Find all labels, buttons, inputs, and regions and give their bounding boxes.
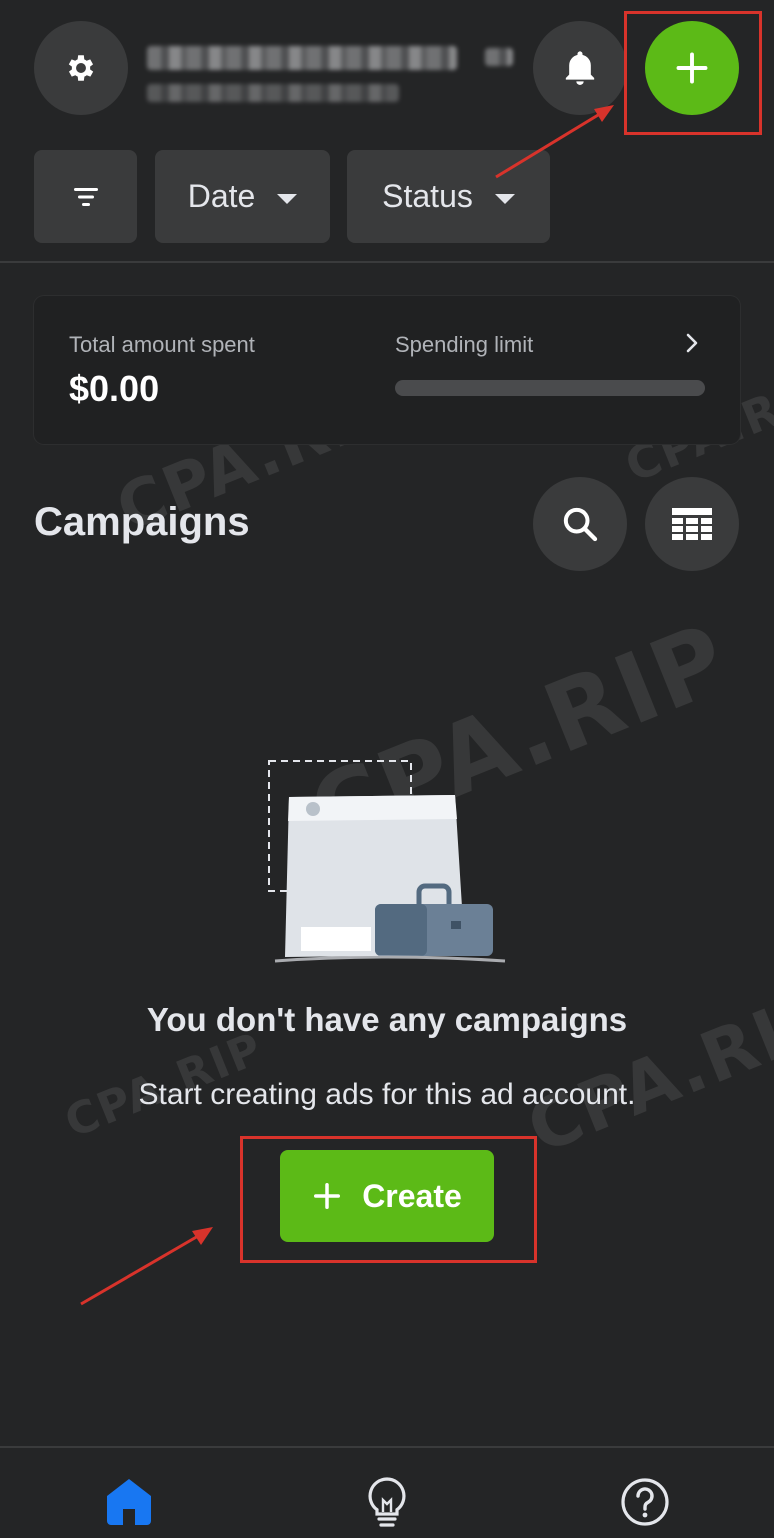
- spend-summary-card[interactable]: Total amount spent $0.00 Spending limit: [34, 296, 740, 444]
- empty-campaigns-illustration: [268, 760, 506, 963]
- campaigns-title: Campaigns: [34, 500, 250, 544]
- account-name-redacted: [145, 38, 515, 108]
- search-icon: [563, 507, 598, 542]
- filter-button[interactable]: [34, 150, 137, 243]
- empty-state-subtitle: Start creating ads for this ad account.: [138, 1078, 636, 1111]
- spending-limit-bar: [395, 380, 705, 396]
- lightbulb-icon: [368, 1477, 406, 1527]
- chevron-down-icon: [494, 193, 515, 204]
- date-filter-label: Date: [187, 178, 256, 214]
- nav-tips[interactable]: [357, 1472, 417, 1532]
- bottom-navigation: [0, 1446, 774, 1538]
- table-view-button[interactable]: [645, 477, 739, 571]
- nav-help[interactable]: [615, 1472, 675, 1532]
- bell-icon: [565, 51, 595, 85]
- search-button[interactable]: [533, 477, 627, 571]
- annotation-box: [240, 1136, 537, 1263]
- annotation-box: [624, 11, 762, 135]
- header-divider: [0, 261, 774, 263]
- home-icon: [107, 1479, 151, 1525]
- gear-icon: [68, 55, 94, 81]
- status-filter-label: Status: [382, 178, 473, 214]
- chevron-down-icon: [277, 193, 298, 204]
- chevron-right-icon: [686, 333, 698, 353]
- annotation-arrow: [80, 1227, 213, 1306]
- empty-state-title: You don't have any campaigns: [146, 1001, 628, 1038]
- settings-button[interactable]: [34, 21, 128, 115]
- date-filter-dropdown[interactable]: Date: [155, 150, 330, 243]
- nav-home[interactable]: [99, 1472, 159, 1532]
- filter-lines-icon: [73, 187, 98, 206]
- total-spent-value: $0.00: [69, 368, 160, 409]
- help-icon: [621, 1478, 669, 1526]
- total-spent-label: Total amount spent: [69, 332, 255, 357]
- annotation-arrow: [495, 105, 614, 179]
- spending-limit-label: Spending limit: [395, 332, 534, 357]
- table-icon: [672, 508, 712, 540]
